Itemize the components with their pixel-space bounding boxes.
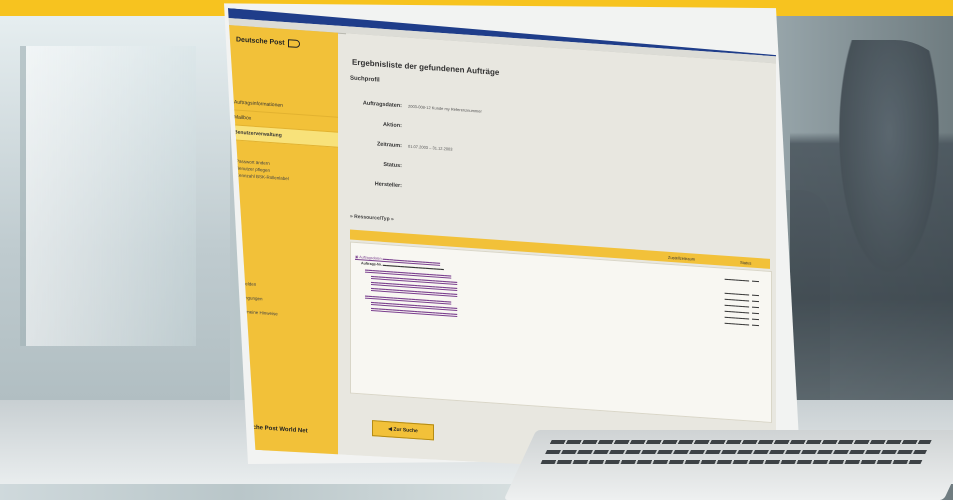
field-zeitraum: Zeitraum: 01.07.2003 – 31.12.2003	[376, 141, 453, 152]
more-link[interactable]: » Ressource/Typ »	[350, 214, 394, 223]
post-horn-icon	[288, 39, 300, 48]
field-auftragsdaten: Auftragsdaten: 2003-008-12 Kunde my Refer…	[362, 100, 482, 114]
page-title: Ergebnisliste der gefundenen Aufträge	[352, 57, 500, 77]
back-to-search-button[interactable]: ◀ Zur Suche	[372, 420, 434, 440]
field-status: Status:	[383, 161, 402, 170]
laptop-screen: Deutsche Post Auftragsinformationen Mail…	[228, 8, 776, 486]
column-header-status[interactable]: Status	[740, 260, 751, 266]
results-tree: ▣ Auftragsdaten ▬▬▬▬▬▬▬▬▬▬▬▬▬▬▬▬ Auftrag…	[350, 242, 772, 424]
field-aktion: Aktion:	[383, 121, 402, 130]
date-cell: ▬▬▬▬▬▬▬ ▬▬	[724, 276, 759, 284]
sidebar-nav: Auftragsinformationen Mailbox Benutzerve…	[228, 95, 338, 148]
office-window	[20, 46, 196, 346]
logo: Deutsche Post	[236, 36, 300, 48]
column-header-zustellzeitraum[interactable]: Zustellzeitraum	[668, 255, 695, 262]
sidebar-subnav: Passwort ändern Benutzer pflegen Kennzah…	[236, 158, 289, 183]
field-hersteller: Hersteller:	[374, 181, 402, 190]
section-title: Suchprofil	[350, 75, 380, 84]
laptop-keyboard	[503, 430, 953, 500]
arrow-left-icon: ◀	[388, 426, 392, 433]
main-content: Ergebnisliste der gefundenen Aufträge Su…	[346, 33, 776, 486]
background-person	[790, 40, 953, 410]
laptop: Deutsche Post Auftragsinformationen Mail…	[200, 0, 800, 464]
